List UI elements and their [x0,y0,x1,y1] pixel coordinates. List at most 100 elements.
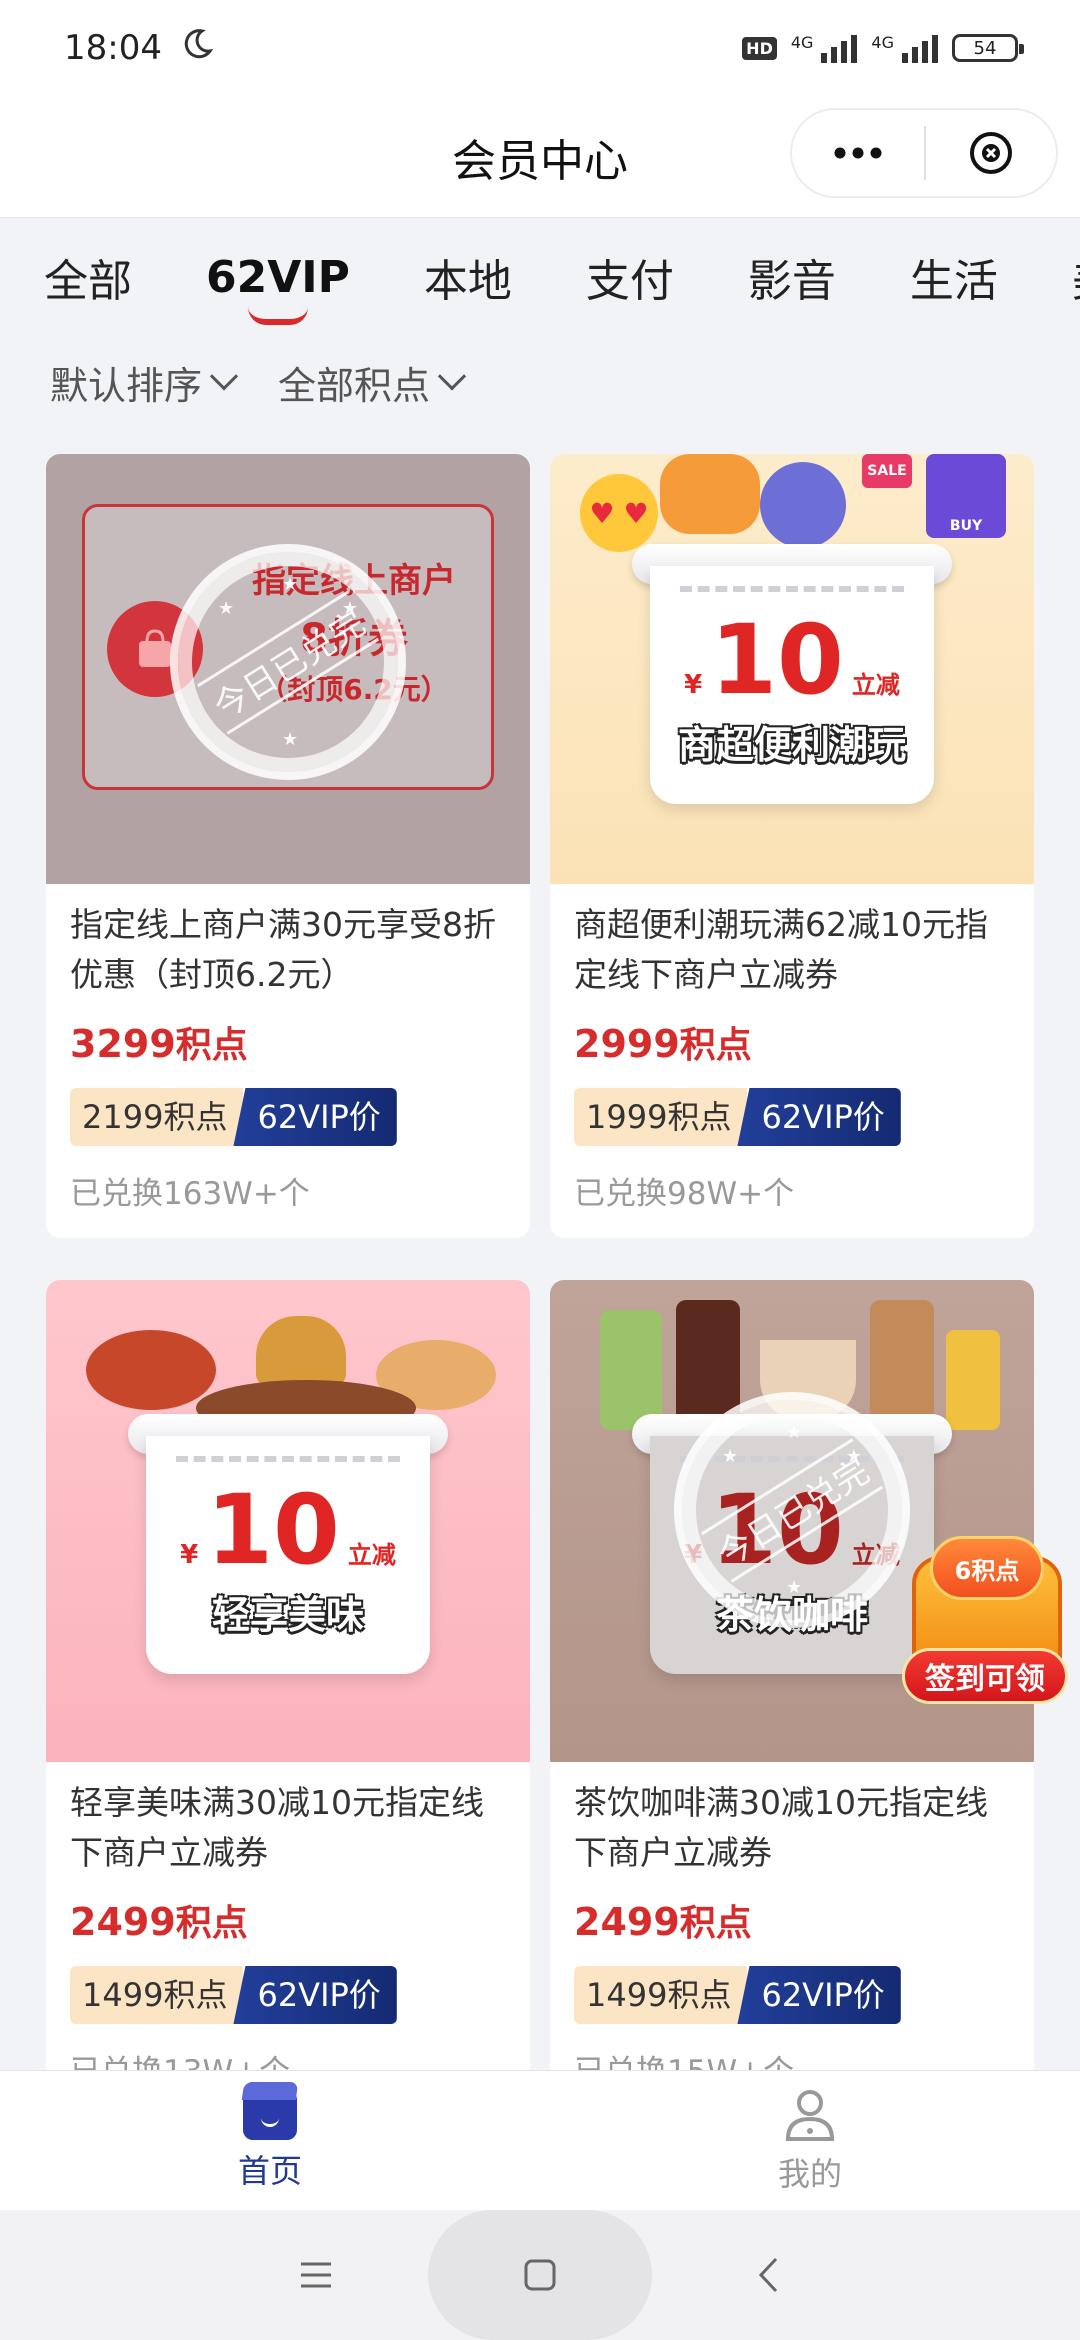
emoji-heart-eyes: ♥ ♥ [580,474,658,552]
redeemed-count: 已兑换163W+个 [70,1176,310,1212]
ticket-number: 10 [710,603,844,716]
ticket-label: 商超便利潮玩 [677,722,906,767]
menu-lines-icon [301,2262,331,2288]
redeemed-count: 已兑换98W+个 [574,1176,795,1212]
tab-mine[interactable]: 我的 [540,2071,1080,2210]
system-home-button[interactable] [510,2250,570,2300]
moon-icon [180,27,214,70]
vip-tag: 62VIP价 [233,1966,397,2024]
vip-points: 1999积点 [574,1088,748,1146]
card-image: ♥ ♥ SALE BUY ¥ 10 立减 商超便利潮玩 [550,454,1034,884]
status-time: 18:04 [64,28,162,68]
card-body: 商超便利潮玩满62减10元指定线下商户立减券 2999积点 1999积点 62V… [550,884,1034,1213]
shirt-bag: BUY [926,454,1006,538]
tab-life[interactable]: 生活 [910,245,998,309]
character-figure [660,454,760,534]
user-icon [785,2089,835,2141]
vip-points: 1499积点 [574,1966,748,2024]
card-image: 指定线上商户 8折券 （封顶6.2元） ★ ★ ★ ★ 今日已兑完 [46,454,530,884]
card-body: 指定线上商户满30元享受8折优惠（封顶6.2元） 3299积点 2199积点 6… [46,884,530,1213]
tab-home[interactable]: 首页 [0,2071,540,2210]
more-button[interactable] [792,110,924,196]
sold-out-stamp: ★ ★ ★ ★ 今日已兑完 [170,544,406,780]
points-value: 2499 [70,1900,176,1944]
system-nav-bar [0,2210,1080,2340]
ticket-graphic: ¥ 10 立减 商超便利潮玩 [650,566,934,804]
points-filter-label: 全部积点 [278,363,431,408]
checkin-pill: 签到可领 [902,1648,1068,1704]
product-card[interactable]: ♥ ♥ SALE BUY ¥ 10 立减 商超便利潮玩 商超便利潮玩满62减10… [550,454,1034,1238]
tab-more-partial[interactable]: 美 [1072,245,1080,309]
network-label-2: 4G [871,33,894,52]
ticket-yen: ¥ [684,669,703,700]
record-disc [760,462,846,548]
tab-local[interactable]: 本地 [424,245,512,309]
card-body: 茶饮咖啡满30减10元指定线下商户立减券 2499积点 1499积点 62VIP… [550,1762,1034,2070]
tab-all[interactable]: 全部 [44,245,132,309]
system-menu-button[interactable] [286,2250,346,2300]
tab-media[interactable]: 影音 [748,245,836,309]
card-title: 商超便利潮玩满62减10元指定线下商户立减券 [574,905,988,994]
ticket-amount: ¥ 10 立减 [684,612,900,708]
home-icon [243,2089,297,2140]
product-card[interactable]: 指定线上商户 8折券 （封顶6.2元） ★ ★ ★ ★ 今日已兑完 指定线上商户… [46,454,530,1238]
coffee-cup [870,1300,934,1430]
sort-label: 默认排序 [50,363,203,408]
square-home-icon [524,2259,556,2291]
points-price: 2499积点 [574,1894,1010,1946]
ticket-label: 轻享美味 [211,1592,364,1637]
close-button[interactable] [926,110,1056,196]
close-circle-icon [969,132,1012,174]
redeemed-count: 已兑换13W+个 [70,2046,506,2070]
vip-points: 2199积点 [70,1088,244,1146]
card-title: 指定线上商户满30元享受8折优惠（封顶6.2元） [70,905,496,994]
card-title: 茶饮咖啡满30减10元指定线下商户立减券 [574,1783,988,1872]
checkin-bonus-badge[interactable]: 6积点 签到可领 [902,1536,1072,1712]
points-unit: 积点 [175,1903,248,1944]
vip-tag: 62VIP价 [233,1088,397,1146]
title-bar: 会员中心 [0,96,1080,218]
burger [256,1316,346,1386]
green-drink [600,1310,662,1430]
status-left: 18:04 [64,27,214,70]
points-price: 2499积点 [70,1894,506,1946]
vip-price-row: 1499积点 62VIP价 [70,1966,506,2024]
ticket-yen: ¥ [180,1539,199,1570]
sort-bar: 默认排序 全部积点 [0,336,1080,428]
signal-icon: 4G [791,33,858,63]
ticket-graphic: ¥ 10 立减 轻享美味 [146,1436,430,1674]
signal-icon-2: 4G [871,33,938,63]
vip-price-row: 1499积点 62VIP价 [574,1966,1010,2024]
chevron-down-icon [437,362,467,391]
food-illustration [86,1300,506,1436]
miniapp-capsule [790,108,1058,198]
tab-home-label: 首页 [237,2151,302,2190]
system-back-button[interactable] [738,2250,798,2300]
points-value: 2999 [574,1022,680,1066]
card-body: 轻享美味满30减10元指定线下商户立减券 2499积点 1499积点 62VIP… [46,1762,530,2070]
battery-icon: 54 [952,34,1024,62]
fries-cup [946,1330,1000,1430]
points-price: 3299积点 [70,1016,506,1068]
hd-badge: HD [742,36,777,60]
crayfish-plate [86,1330,216,1410]
tab-62vip[interactable]: 62VIP [206,252,350,303]
points-filter-dropdown[interactable]: 全部积点 [278,355,467,410]
vip-tag: 62VIP价 [737,1088,901,1146]
vip-price-row: 2199积点 62VIP价 [70,1088,506,1146]
product-card[interactable]: ¥ 10 立减 轻享美味 轻享美味满30减10元指定线下商户立减券 2499积点… [46,1280,530,2070]
status-right: HD 4G 4G 54 [742,33,1024,63]
redeemed-count: 已兑换15W+个 [574,2046,1010,2070]
ticket-off: 立减 [347,1540,396,1569]
battery-level: 54 [973,37,997,59]
points-value: 2499 [574,1900,680,1944]
points-unit: 积点 [679,1903,752,1944]
tab-payment[interactable]: 支付 [586,245,674,309]
points-unit: 积点 [679,1025,752,1066]
vip-points: 1499积点 [70,1966,244,2024]
more-dots-icon [834,147,882,159]
sold-out-stamp: ★ ★ ★ ★ 今日已兑完 [674,1392,910,1628]
ticket-number: 10 [206,1473,340,1586]
ticket-amount: ¥ 10 立减 [180,1482,396,1578]
sort-dropdown[interactable]: 默认排序 [50,355,239,410]
